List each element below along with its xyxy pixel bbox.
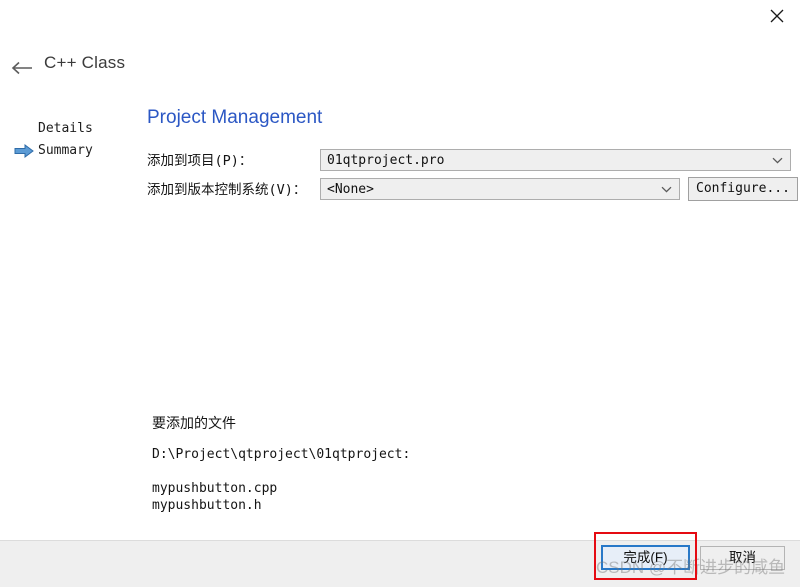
add-to-project-select[interactable]: 01qtproject.pro <box>320 149 791 171</box>
sidebar-item-details[interactable]: Details <box>0 118 140 140</box>
cancel-button[interactable]: 取消 <box>700 546 785 570</box>
sidebar-item-summary[interactable]: Summary <box>0 140 140 162</box>
close-icon[interactable] <box>754 0 800 32</box>
add-to-project-value: 01qtproject.pro <box>327 152 445 168</box>
panel-header: Project Management <box>147 106 792 130</box>
list-item: mypushbutton.cpp <box>152 481 278 496</box>
files-to-add-section: 要添加的文件 D:\Project\qtproject\01qtproject:… <box>152 413 632 514</box>
chevron-down-icon <box>772 150 783 170</box>
wizard-header: C++ Class <box>0 48 800 88</box>
step-label: Summary <box>38 143 93 158</box>
add-to-vcs-select[interactable]: <None> <box>320 178 680 200</box>
configure-button[interactable]: Configure... <box>688 177 798 201</box>
project-management-form: 添加到项目(P)： 01qtproject.pro 添加到版本控制系统(V)： … <box>147 146 798 204</box>
panel-title: Project Management <box>147 107 323 128</box>
arrow-left-icon[interactable] <box>10 56 34 80</box>
add-to-vcs-value: <None> <box>327 181 374 197</box>
step-label: Details <box>38 121 93 136</box>
form-row-add-to-vcs: 添加到版本控制系统(V)： <None> Configure... <box>147 175 798 204</box>
add-to-vcs-label: 添加到版本控制系统(V)： <box>147 181 307 198</box>
arrow-right-blue-icon <box>14 144 34 158</box>
wizard-step-list: Details Summary <box>0 118 140 162</box>
files-target-path: D:\Project\qtproject\01qtproject: <box>152 447 411 462</box>
page-title: C++ Class <box>44 53 126 72</box>
chevron-down-icon <box>661 179 672 199</box>
add-to-project-label: 添加到项目(P)： <box>147 152 253 169</box>
files-list: mypushbutton.cpp mypushbutton.h <box>152 480 632 514</box>
form-row-add-to-project: 添加到项目(P)： 01qtproject.pro <box>147 146 797 175</box>
window-titlebar <box>0 0 800 34</box>
finish-button[interactable]: 完成(F) <box>601 545 690 570</box>
files-to-add-heading: 要添加的文件 <box>152 415 236 431</box>
list-item: mypushbutton.h <box>152 498 262 513</box>
